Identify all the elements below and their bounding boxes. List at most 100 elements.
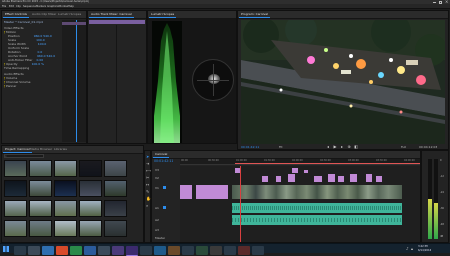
taskbar-app-icon[interactable] — [182, 246, 194, 255]
track-label-a1[interactable]: A1 — [155, 206, 159, 210]
v3-clip[interactable] — [292, 168, 298, 173]
clip-thumbnail[interactable] — [104, 200, 127, 217]
a1-clip[interactable] — [232, 203, 402, 213]
taskbar-app-icon[interactable] — [168, 246, 180, 255]
menu-sequence[interactable]: Sequence — [23, 5, 36, 9]
taskbar-app-icon[interactable] — [196, 246, 208, 255]
v1-clip[interactable] — [196, 185, 228, 199]
zoom-tool-icon[interactable]: ⌕ — [146, 204, 150, 208]
start-button[interactable] — [2, 245, 10, 253]
volume-icon[interactable]: ♪ — [406, 247, 410, 251]
razor-tool-icon[interactable]: ✂ — [146, 176, 150, 180]
track-label-v3[interactable]: V3 — [155, 168, 159, 172]
taskbar-app-icon[interactable] — [252, 246, 264, 255]
clip-thumbnail[interactable] — [29, 200, 52, 217]
menu-graphics[interactable]: Graphics — [47, 5, 58, 9]
taskbar-app-icon[interactable] — [14, 246, 26, 255]
track-label-v1[interactable]: V1 — [155, 186, 159, 190]
tab-libraries[interactable]: Libraries — [52, 147, 69, 152]
track-select-tool-icon[interactable]: ⇥ — [146, 162, 150, 166]
v2-clip[interactable] — [262, 176, 268, 182]
clip-thumbnail[interactable] — [54, 200, 77, 217]
v2-clip[interactable] — [350, 174, 357, 182]
tab-effect-controls[interactable]: Effect Controls — [3, 12, 29, 18]
taskbar-app-icon[interactable] — [210, 246, 222, 255]
clip-thumbnail[interactable] — [29, 160, 52, 177]
hand-tool-icon[interactable]: ✋ — [146, 197, 151, 201]
fit-dropdown[interactable]: Fit — [279, 145, 283, 149]
clip-thumbnail[interactable] — [29, 180, 52, 197]
network-icon[interactable]: ▴ — [411, 247, 415, 251]
track-toggle-icon[interactable] — [163, 206, 166, 209]
v2-clip[interactable] — [276, 176, 281, 182]
program-video-frame[interactable] — [241, 20, 445, 144]
a2-clip[interactable] — [232, 215, 402, 225]
clip-thumbnail[interactable] — [54, 180, 77, 197]
clip-thumbnail[interactable] — [104, 220, 127, 237]
taskbar-app-icon[interactable] — [42, 246, 54, 255]
taskbar-app-icon[interactable] — [224, 246, 236, 255]
clock-date[interactable]: 6/14/2016 — [418, 249, 431, 253]
v1-clip[interactable] — [180, 185, 192, 199]
clip-thumbnail[interactable] — [79, 220, 102, 237]
v2-clip[interactable] — [314, 176, 322, 182]
clip-thumbnail[interactable] — [104, 180, 127, 197]
slip-tool-icon[interactable]: ↔ — [146, 183, 150, 187]
clip-thumbnail[interactable] — [104, 160, 127, 177]
selection-tool-icon[interactable]: ➤ — [146, 155, 150, 159]
taskbar-app-icon[interactable] — [70, 246, 82, 255]
timeline-ruler[interactable]: 00:00 00:30:00 01:00:00 01:30:00 02:00:0… — [180, 159, 420, 165]
effect-timeline-strip[interactable] — [62, 20, 86, 142]
tab-sequence[interactable]: Carnival — [153, 152, 170, 158]
track-label-v2[interactable]: V2 — [155, 176, 159, 180]
menu-file[interactable]: File — [2, 5, 6, 9]
ec-playhead[interactable] — [76, 20, 77, 142]
clip-thumbnail[interactable] — [29, 220, 52, 237]
taskbar-app-icon[interactable] — [154, 246, 166, 255]
clip-thumbnail[interactable] — [4, 180, 27, 197]
timeline-timecode[interactable]: 00:01:42:11 — [154, 159, 173, 163]
premiere-taskbar-icon[interactable] — [126, 246, 138, 256]
taskbar-app-icon[interactable] — [140, 246, 152, 255]
pen-tool-icon[interactable]: ✎ — [146, 190, 150, 194]
taskbar-app-icon[interactable] — [238, 246, 250, 255]
program-timecode[interactable]: 00:01:42:11 — [241, 145, 259, 149]
tab-audio-track-mixer[interactable]: Audio Track Mixer: Carnival — [89, 12, 134, 18]
track-label-a3[interactable]: A3 — [155, 228, 159, 232]
taskbar-app-icon[interactable] — [84, 246, 96, 255]
track-toggle-icon[interactable] — [163, 186, 166, 189]
tab-scopes[interactable]: Lumetri Scopes — [149, 12, 177, 18]
tab-media-browser[interactable]: Media Browser — [28, 147, 54, 152]
tab-lumetri-scopes[interactable]: Lumetri Scopes — [56, 12, 83, 17]
v2-clip[interactable] — [288, 174, 295, 182]
ripple-tool-icon[interactable]: ⟷ — [146, 169, 152, 173]
system-tray[interactable]: 3:42 PM 6/14/2016 ♪ ▴ — [400, 245, 448, 253]
clip-thumbnail[interactable] — [54, 160, 77, 177]
playhead[interactable] — [240, 166, 241, 242]
project-search-icon[interactable]: ⌕ — [5, 154, 7, 158]
clip-thumbnail[interactable] — [4, 160, 27, 177]
taskbar-app-icon[interactable] — [56, 246, 68, 255]
clip-thumbnail[interactable] — [79, 160, 102, 177]
menu-clip[interactable]: Clip — [16, 5, 21, 9]
clip-thumbnail[interactable] — [4, 200, 27, 217]
v2-clip[interactable] — [366, 174, 372, 182]
v3-clip[interactable] — [304, 170, 308, 173]
menu-edit[interactable]: Edit — [9, 5, 14, 9]
menu-help[interactable]: Help — [68, 5, 74, 9]
quality-dropdown[interactable]: Full — [401, 145, 406, 149]
taskbar-app-icon[interactable] — [98, 246, 110, 255]
track-label-a2[interactable]: A2 — [155, 218, 159, 222]
minimize-icon[interactable] — [433, 1, 436, 3]
taskbar-app-icon[interactable] — [112, 246, 124, 255]
clip-thumbnail[interactable] — [79, 200, 102, 217]
clip-thumbnail[interactable] — [79, 180, 102, 197]
track-area[interactable] — [180, 166, 420, 242]
taskbar-app-icon[interactable] — [28, 246, 40, 255]
v2-clip[interactable] — [376, 176, 382, 182]
v1-clip-strip[interactable] — [232, 185, 402, 199]
menu-markers[interactable]: Markers — [36, 5, 46, 9]
v2-clip[interactable] — [328, 174, 335, 182]
clip-thumbnail[interactable] — [4, 220, 27, 237]
v2-clip[interactable] — [338, 176, 344, 182]
